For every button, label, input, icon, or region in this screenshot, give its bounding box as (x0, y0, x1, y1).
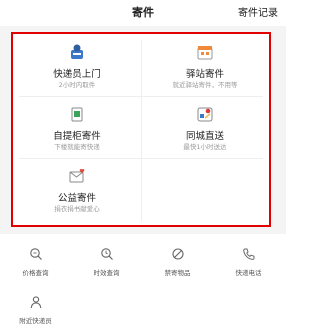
phone-icon (242, 246, 256, 260)
service-locker[interactable]: 自提柜寄件 下楼就能寄快递 (13, 96, 141, 158)
quick-action-nearby-courier[interactable]: 附近快递员 (0, 288, 71, 328)
time-search-icon (100, 246, 114, 260)
nearby-courier-icon (29, 294, 43, 309)
service-name: 同城直送 (185, 131, 224, 142)
service-name: 快递员上门 (53, 69, 101, 80)
prohibited-icon (171, 246, 185, 260)
quick-action-label: 附近快递员 (19, 317, 52, 325)
service-desc: 就近驿站寄件，不用等 (172, 81, 238, 89)
quick-action-label: 时效查询 (93, 269, 120, 277)
quick-action-prohibited[interactable]: 禁寄物品 (142, 240, 213, 280)
service-name: 驿站寄件 (185, 69, 224, 80)
service-city-delivery[interactable]: 同城直送 最快1小时送达 (141, 96, 269, 158)
price-search-icon (29, 246, 43, 260)
locker-icon (68, 105, 86, 123)
service-desc: 2小时内取件 (58, 81, 96, 89)
charity-icon (68, 167, 86, 185)
courier-icon (68, 43, 86, 61)
service-desc: 下楼就能寄快递 (54, 143, 100, 151)
send-record-link[interactable]: 寄件记录 (238, 4, 278, 19)
quick-action-price[interactable]: 价格查询 (0, 240, 71, 280)
quick-action-label: 价格查询 (22, 269, 49, 277)
quick-action-time[interactable]: 时效查询 (71, 240, 142, 280)
station-icon (196, 43, 214, 61)
quick-action-label: 快递电话 (235, 269, 262, 277)
service-name: 公益寄件 (57, 193, 96, 204)
header-bar: 寄件 寄件记录 (0, 0, 286, 26)
service-charity[interactable]: 公益寄件 捐衣捐书献爱心 (13, 158, 141, 220)
service-desc: 捐衣捐书献爱心 (54, 205, 100, 213)
service-station[interactable]: 驿站寄件 就近驿站寄件，不用等 (141, 34, 269, 96)
quick-action-phone[interactable]: 快递电话 (213, 240, 284, 280)
service-name: 自提柜寄件 (53, 131, 101, 142)
quick-actions-panel: 价格查询 时效查询 禁寄物品 快递电话 附近快递员 (0, 234, 286, 328)
quick-action-label: 禁寄物品 (164, 269, 191, 277)
service-options-panel: 快递员上门 2小时内取件 驿站寄件 就近驿站寄件，不用等 自提柜寄件 下楼就能寄… (11, 32, 271, 227)
send-package-page: 寄件 寄件记录 快递员上门 2小时内取件 驿站寄件 就近驿站寄件，不用等 自提柜… (0, 0, 286, 328)
city-delivery-icon (196, 105, 214, 123)
service-desc: 最快1小时送达 (183, 143, 227, 151)
service-courier-pickup[interactable]: 快递员上门 2小时内取件 (13, 34, 141, 96)
